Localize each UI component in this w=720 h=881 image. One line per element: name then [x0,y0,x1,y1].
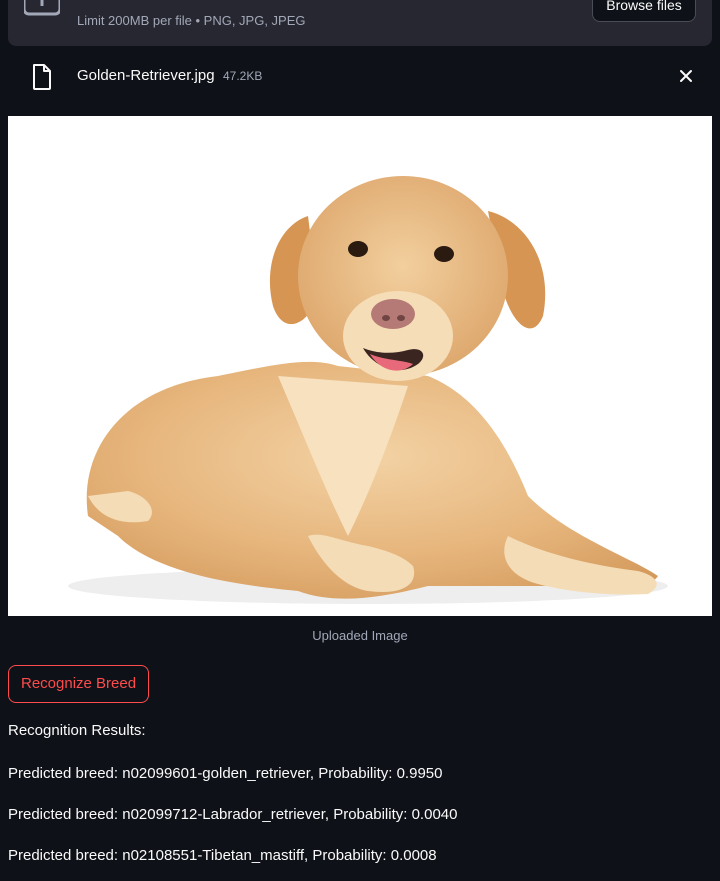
image-caption: Uploaded Image [312,628,408,643]
upload-cloud-icon [24,0,60,16]
uploaded-image [8,116,712,616]
upload-limit-text: Limit 200MB per file • PNG, JPG, JPEG [77,13,306,28]
file-name: Golden-Retriever.jpg [77,67,215,84]
browse-files-button[interactable]: Browse files [592,0,696,22]
result-item: Predicted breed: n02099601-golden_retrie… [8,765,443,782]
file-size: 47.2KB [223,69,263,83]
dog-photo [68,176,668,604]
result-item: Predicted breed: n02099712-Labrador_retr… [8,806,458,823]
results-heading: Recognition Results: [8,722,146,739]
uploaded-file-row: Golden-Retriever.jpg 47.2KB [8,56,712,98]
app-page: Limit 200MB per file • PNG, JPG, JPEG Br… [0,0,720,881]
file-dropzone[interactable]: Limit 200MB per file • PNG, JPG, JPEG Br… [8,0,712,46]
file-icon [33,64,51,90]
result-item: Predicted breed: n02108551-Tibetan_masti… [8,847,437,864]
recognize-breed-button[interactable]: Recognize Breed [8,665,150,703]
close-icon[interactable] [678,68,694,84]
